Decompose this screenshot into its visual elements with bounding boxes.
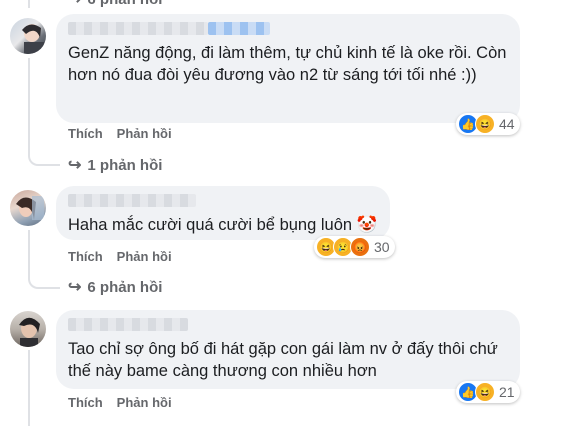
- comment-text: Haha mắc cười quá cười bể bụng luôn 🤡: [68, 216, 378, 234]
- reaction-summary[interactable]: 😆 😢 😡 30: [314, 236, 395, 258]
- comment-actions: Thích Phản hồi: [68, 126, 186, 141]
- reply-arrow-icon: ↪: [68, 279, 82, 296]
- avatar-image: [19, 317, 40, 347]
- reply-action[interactable]: Phản hồi: [117, 126, 172, 141]
- avatar[interactable]: [10, 190, 46, 226]
- reaction-count: 21: [499, 384, 515, 400]
- comment-text: GenZ năng động, đi làm thêm, tự chủ kinh…: [68, 44, 507, 84]
- like-action[interactable]: Thích: [68, 395, 103, 410]
- reply-action[interactable]: Phản hồi: [117, 395, 172, 410]
- avatar-image: [16, 196, 44, 220]
- reply-action[interactable]: Phản hồi: [117, 249, 172, 264]
- view-replies-link[interactable]: ↪ 1 phản hồi: [68, 155, 162, 175]
- avatar-image: [22, 24, 44, 54]
- partial-replies-link[interactable]: ↪6 phản hồi: [68, 0, 162, 9]
- comment-actions: Thích Phản hồi: [68, 395, 186, 410]
- thread-line: [28, 58, 30, 151]
- reaction-count: 44: [499, 116, 515, 132]
- thread-line: [28, 0, 30, 8]
- reply-arrow-icon: ↪: [68, 0, 81, 8]
- haha-icon: 😆: [475, 382, 495, 402]
- comment-text: Tao chỉ sợ ông bố đi hát gặp con gái làm…: [68, 340, 498, 380]
- comment-actions: Thích Phản hồi: [68, 249, 186, 264]
- thread-line: [28, 230, 30, 274]
- reaction-summary[interactable]: 👍 😆 44: [456, 113, 520, 135]
- avatar[interactable]: [10, 18, 46, 54]
- reaction-count: 30: [374, 239, 390, 255]
- comment-bubble: Tao chỉ sợ ông bố đi hát gặp con gái làm…: [56, 310, 520, 389]
- comment-author-blurred[interactable]: [68, 194, 378, 208]
- like-action[interactable]: Thích: [68, 126, 103, 141]
- avatar[interactable]: [10, 311, 46, 347]
- comment-bubble: GenZ năng động, đi làm thêm, tự chủ kinh…: [56, 14, 520, 123]
- comment-author-blurred[interactable]: [68, 22, 508, 36]
- angry-icon: 😡: [350, 237, 370, 257]
- thread-connector: [28, 150, 60, 166]
- view-replies-link[interactable]: ↪ 6 phản hồi: [68, 277, 162, 297]
- comment-author-blurred[interactable]: [68, 318, 508, 332]
- like-action[interactable]: Thích: [68, 249, 103, 264]
- thread-line: [28, 350, 30, 426]
- comment-bubble: Haha mắc cười quá cười bể bụng luôn 🤡: [56, 186, 390, 240]
- haha-icon: 😆: [475, 114, 495, 134]
- reaction-summary[interactable]: 👍 😆 21: [456, 381, 520, 403]
- thread-connector: [28, 273, 60, 289]
- reply-arrow-icon: ↪: [68, 157, 82, 174]
